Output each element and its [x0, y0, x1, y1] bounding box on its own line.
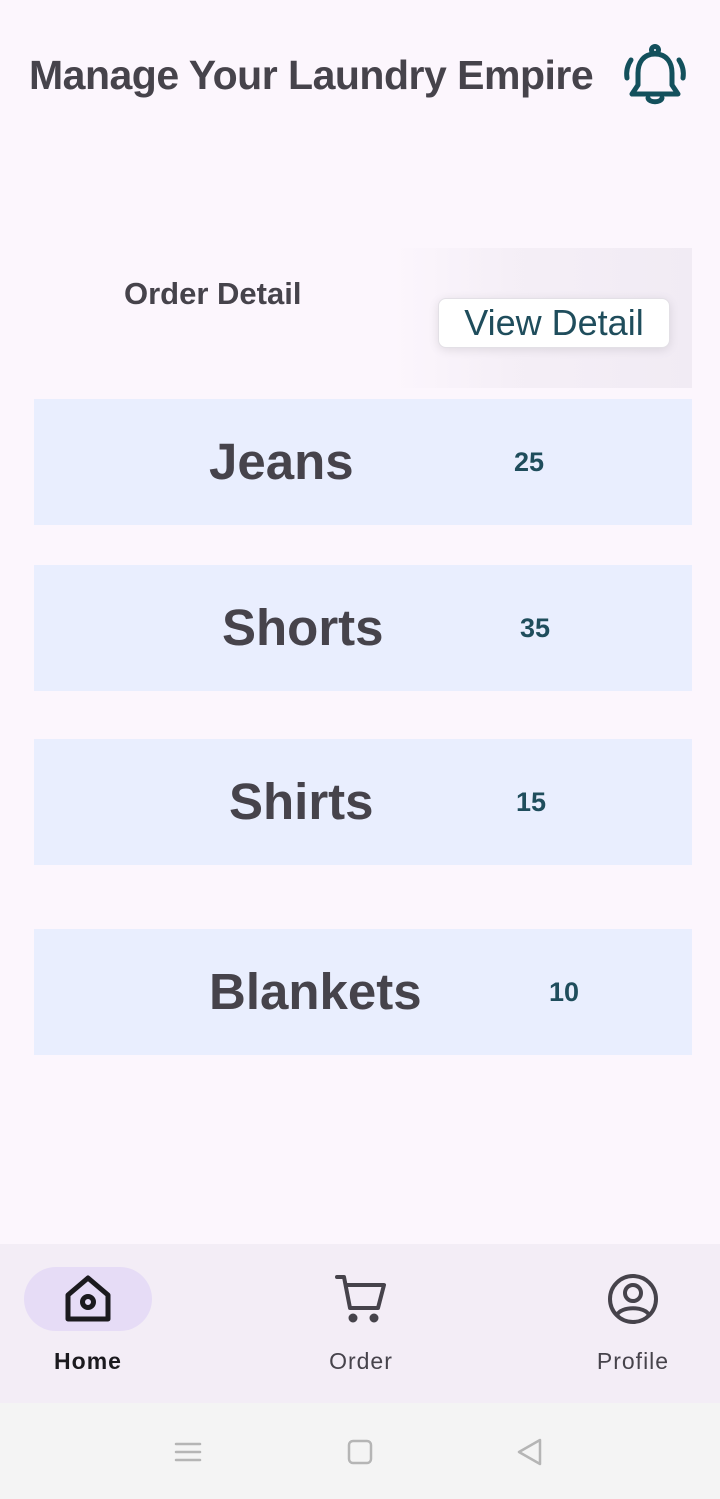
item-count: 15: [516, 787, 547, 817]
nav-label-home: Home: [54, 1348, 122, 1374]
item-count: 10: [549, 977, 580, 1007]
item-count: 35: [520, 613, 551, 643]
screen: Manage Your Laundry Empire Order Detail …: [0, 0, 720, 1499]
bottom-navigation: Home Order Profile: [0, 1244, 720, 1403]
item-name: Shorts: [222, 599, 384, 656]
nav-item-profile[interactable]: Profile: [553, 1244, 713, 1403]
order-detail-title: Order Detail: [124, 276, 302, 311]
home-icon: [60, 1271, 116, 1327]
order-item-row[interactable]: Shorts 35: [34, 565, 692, 691]
cart-icon: [333, 1271, 389, 1327]
order-item-row[interactable]: Jeans 25: [34, 399, 692, 525]
nav-label-order: Order: [329, 1348, 393, 1374]
item-name: Jeans: [209, 433, 354, 490]
order-item-row[interactable]: Shirts 15: [34, 739, 692, 865]
view-detail-button[interactable]: View Detail: [438, 298, 670, 348]
item-count: 25: [514, 447, 545, 477]
nav-item-order[interactable]: Order: [281, 1244, 441, 1403]
back-icon[interactable]: [515, 1437, 545, 1467]
order-item-row[interactable]: Blankets 10: [34, 929, 692, 1055]
page-title: Manage Your Laundry Empire: [29, 52, 594, 98]
bell-icon[interactable]: [622, 42, 688, 108]
profile-icon: [605, 1271, 661, 1327]
system-navigation-bar: [0, 1403, 720, 1499]
item-name: Blankets: [209, 963, 422, 1020]
order-detail-header: Order Detail View Detail: [34, 248, 692, 388]
home-square-icon[interactable]: [345, 1437, 375, 1467]
nav-item-home[interactable]: Home: [8, 1244, 168, 1403]
nav-label-profile: Profile: [596, 1348, 670, 1374]
item-name: Shirts: [229, 773, 374, 830]
menu-icon[interactable]: [173, 1437, 203, 1467]
